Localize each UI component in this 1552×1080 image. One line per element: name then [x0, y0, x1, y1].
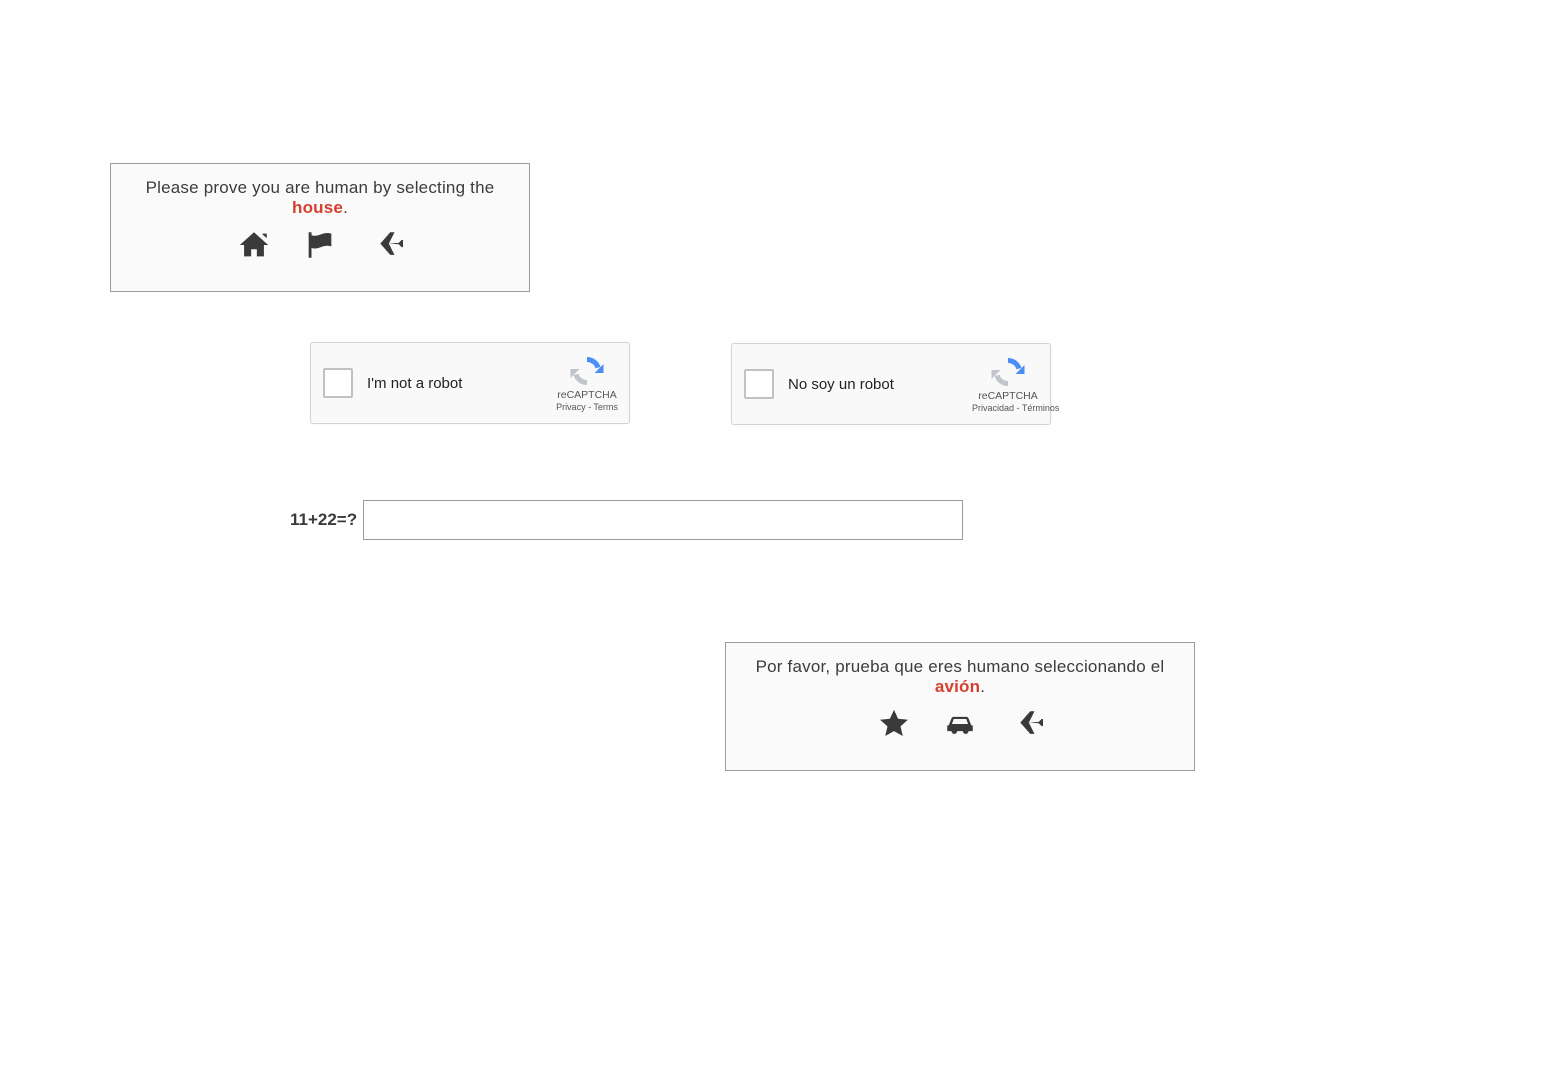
recaptcha-checkbox[interactable] — [744, 369, 774, 399]
prompt-prefix: Please prove you are human by selecting … — [146, 178, 495, 197]
recaptcha-privacy-link[interactable]: Privacy — [556, 402, 586, 412]
recaptcha-label: No soy un robot — [788, 376, 972, 393]
plane-icon[interactable] — [1009, 707, 1043, 746]
math-answer-input[interactable] — [363, 500, 963, 540]
car-icon[interactable] — [943, 707, 977, 746]
recaptcha-widget-en: I'm not a robot reCAPTCHA Privacy - Term… — [310, 342, 630, 424]
recaptcha-checkbox[interactable] — [323, 368, 353, 398]
recaptcha-legal-sep: - — [1014, 403, 1022, 413]
recaptcha-badge: reCAPTCHA Privacy - Terms — [551, 354, 629, 412]
recaptcha-brand-name: reCAPTCHA — [972, 390, 1044, 402]
recaptcha-legal: Privacy - Terms — [551, 402, 623, 412]
star-icon[interactable] — [877, 707, 911, 746]
captcha-icon-row — [744, 707, 1176, 746]
recaptcha-badge: reCAPTCHA Privacidad - Términos — [972, 355, 1050, 413]
recaptcha-legal: Privacidad - Términos — [972, 403, 1044, 413]
captcha-icon-row — [129, 228, 511, 267]
recaptcha-label: I'm not a robot — [367, 375, 551, 392]
recaptcha-terms-link[interactable]: Términos — [1022, 403, 1060, 413]
captcha-prompt: Por favor, prueba que eres humano selecc… — [744, 657, 1176, 697]
prompt-suffix: . — [343, 198, 348, 217]
recaptcha-brand-name: reCAPTCHA — [551, 389, 623, 401]
recaptcha-logo-icon — [991, 355, 1025, 389]
prompt-suffix: . — [980, 677, 985, 696]
math-question: 11+22=? — [290, 510, 357, 530]
recaptcha-widget-es: No soy un robot reCAPTCHA Privacidad - T… — [731, 343, 1051, 425]
plane-icon[interactable] — [369, 228, 403, 267]
recaptcha-terms-link[interactable]: Terms — [593, 402, 618, 412]
prompt-target-word: avión — [935, 677, 980, 696]
house-icon[interactable] — [237, 228, 271, 267]
math-captcha: 11+22=? — [290, 500, 963, 540]
icon-captcha-es: Por favor, prueba que eres humano selecc… — [725, 642, 1195, 771]
flag-icon[interactable] — [303, 228, 337, 267]
icon-captcha-en: Please prove you are human by selecting … — [110, 163, 530, 292]
prompt-target-word: house — [292, 198, 343, 217]
recaptcha-privacy-link[interactable]: Privacidad — [972, 403, 1014, 413]
captcha-prompt: Please prove you are human by selecting … — [129, 178, 511, 218]
prompt-prefix: Por favor, prueba que eres humano selecc… — [756, 657, 1165, 676]
recaptcha-logo-icon — [570, 354, 604, 388]
